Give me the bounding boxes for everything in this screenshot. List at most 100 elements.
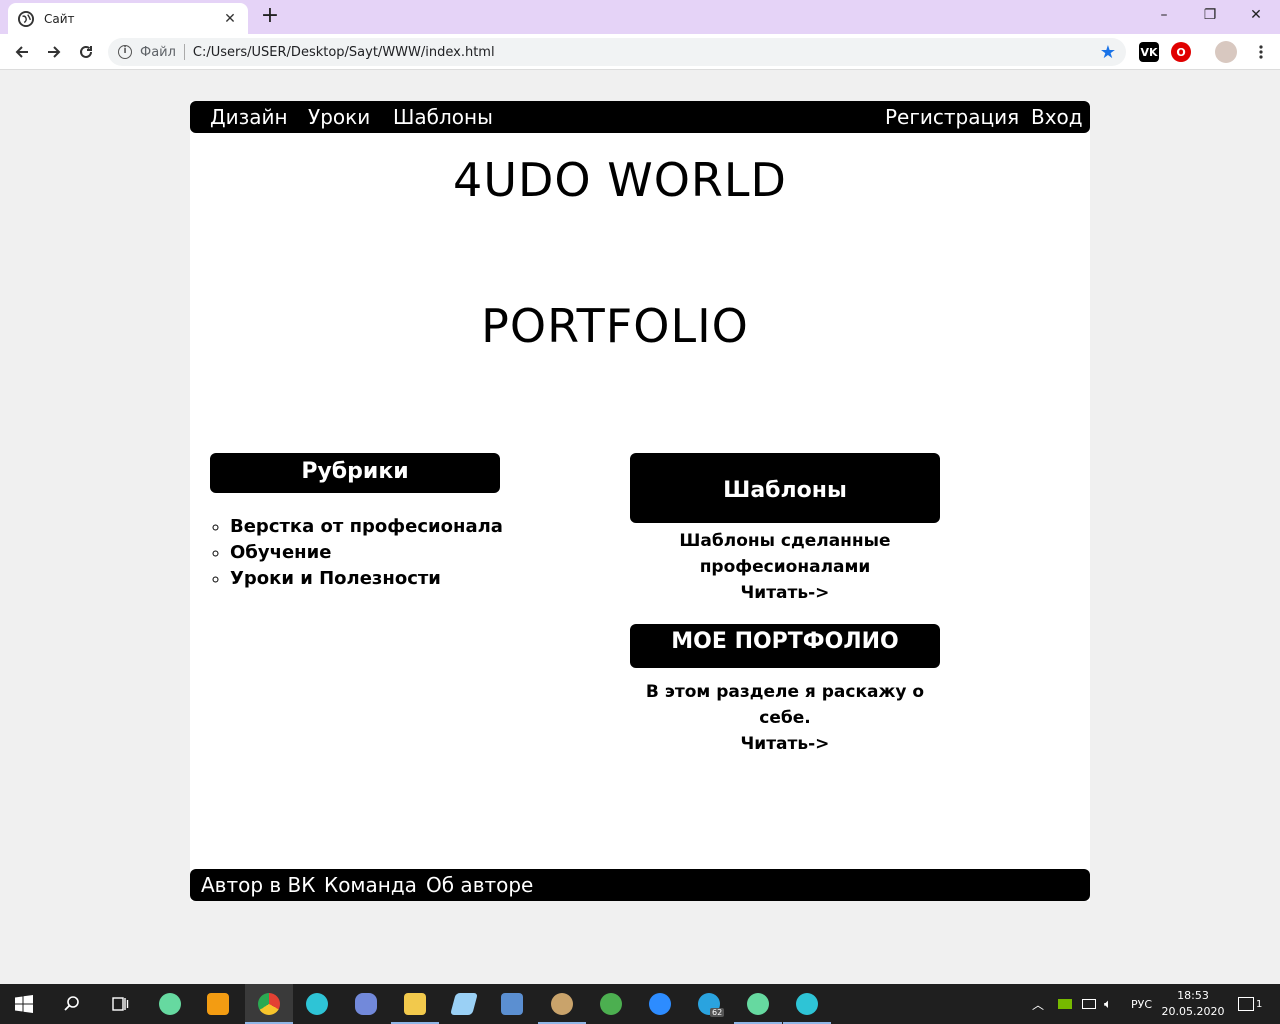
chevron-up-icon: ︿ [1032, 997, 1045, 1012]
taskbar-app[interactable] [488, 984, 536, 1024]
taskbar-app[interactable] [636, 984, 684, 1024]
read-more-link[interactable]: Читать-> [630, 731, 940, 757]
taskbar-app[interactable] [245, 984, 293, 1024]
notification-center-button[interactable]: 1 [1238, 984, 1262, 1024]
taskbar-app[interactable] [194, 984, 242, 1024]
templates-card-heading: Шаблоны [630, 453, 940, 523]
network-icon [1082, 999, 1096, 1009]
footer-about-link[interactable]: Об авторе [426, 873, 533, 897]
taskbar-app[interactable] [342, 984, 390, 1024]
utorrent-icon [600, 993, 622, 1015]
start-button[interactable] [0, 984, 48, 1024]
paint-icon [551, 993, 573, 1015]
task-view-icon [112, 997, 129, 1011]
task-view-button[interactable] [96, 984, 144, 1024]
chrome-icon [258, 993, 280, 1015]
globe-icon [18, 10, 34, 27]
card-text-line: себе. [759, 708, 811, 728]
bookmark-star-icon[interactable]: ★ [1100, 42, 1116, 63]
volume-tray-icon[interactable]: 🔈︎ [1104, 984, 1112, 1024]
messenger-icon [306, 993, 328, 1015]
windows-logo-icon [15, 995, 33, 1013]
new-tab-button[interactable]: + [258, 5, 282, 29]
rubric-item[interactable]: Уроки и Полезности [230, 566, 503, 592]
card-text-line: Шаблоны сделанные [679, 531, 891, 551]
nvidia-icon [1058, 999, 1072, 1009]
search-icon [64, 996, 79, 1011]
taskbar-app[interactable] [734, 984, 782, 1024]
rubric-item[interactable]: Обучение [230, 540, 503, 566]
windows-taskbar: 62 ︿ 🔈︎ РУС 18:53 20.05.2020 1 [0, 984, 1280, 1024]
more-vert-icon [1259, 45, 1263, 59]
nav-design-link[interactable]: Дизайн [210, 105, 288, 129]
site-title: 4UDO WORLD [453, 153, 787, 207]
language-indicator[interactable]: РУС [1131, 984, 1152, 1024]
discord-icon [355, 993, 377, 1015]
speaker-icon: 🔈︎ [1104, 996, 1112, 1012]
taskbar-app[interactable] [391, 984, 439, 1024]
rubrics-heading: Рубрики [210, 453, 500, 493]
taskbar-app[interactable] [293, 984, 341, 1024]
nav-register-link[interactable]: Регистрация [885, 105, 1019, 129]
card-text-line: В этом разделе я раскажу о [645, 682, 925, 702]
footer-nav: Автор в ВК Команда Об авторе [190, 869, 1090, 901]
taskbar-clock[interactable]: 18:53 20.05.2020 [1160, 988, 1226, 1020]
taskbar-app[interactable] [587, 984, 635, 1024]
tab-site[interactable]: Сайт ✕ [8, 3, 248, 34]
profile-avatar[interactable] [1215, 41, 1237, 63]
scheme-label: Файл [140, 44, 176, 60]
rubric-item[interactable]: Верстка от професионала [230, 514, 503, 540]
forward-button[interactable] [40, 38, 68, 66]
divider [183, 44, 185, 60]
vscode-like-icon [501, 993, 523, 1015]
minimize-button[interactable]: – [1141, 0, 1187, 30]
footer-team-link[interactable]: Команда [324, 873, 417, 897]
portfolio-card-text: В этом разделе я раскажу о себе. Читать-… [630, 679, 940, 757]
address-bar[interactable]: i Файл C:/Users/USER/Desktop/Sayt/WWW/in… [108, 38, 1126, 66]
notification-icon [1238, 997, 1254, 1011]
file-explorer-icon [404, 993, 426, 1015]
nav-templates-link[interactable]: Шаблоны [393, 105, 493, 129]
nav-login-link[interactable]: Вход [1031, 105, 1083, 129]
card-text-line: професионалами [699, 557, 871, 577]
search-button[interactable] [48, 984, 96, 1024]
read-more-link[interactable]: Читать-> [630, 580, 940, 606]
nav-lessons-link[interactable]: Уроки [308, 105, 370, 129]
taskbar-app[interactable] [538, 984, 586, 1024]
atom-icon [159, 993, 181, 1015]
close-tab-icon[interactable]: ✕ [222, 11, 238, 27]
taskbar-app[interactable] [440, 984, 488, 1024]
notes-icon [450, 993, 478, 1015]
menu-button[interactable] [1247, 38, 1275, 66]
atom2-icon [747, 993, 769, 1015]
taskbar-app[interactable] [146, 984, 194, 1024]
messenger2-icon [796, 993, 818, 1015]
footer-vk-link[interactable]: Автор в ВК [201, 873, 315, 897]
telegram-badge: 62 [710, 1008, 725, 1017]
clock-date: 20.05.2020 [1161, 1005, 1225, 1018]
clock-time: 18:53 [1177, 989, 1209, 1002]
notification-count: 1 [1256, 998, 1263, 1010]
nvidia-tray-icon[interactable] [1058, 984, 1072, 1024]
taskbar-app[interactable]: 62 [685, 984, 733, 1024]
browser-toolbar: i Файл C:/Users/USER/Desktop/Sayt/WWW/in… [0, 34, 1280, 70]
network-tray-icon[interactable] [1082, 984, 1096, 1024]
taskbar-app[interactable] [783, 984, 831, 1024]
arrow-left-icon [15, 46, 28, 58]
info-icon[interactable]: i [118, 45, 132, 59]
url-text[interactable]: C:/Users/USER/Desktop/Sayt/WWW/index.htm… [193, 45, 1100, 60]
hero-heading: PORTFOLIO [481, 299, 749, 353]
vk-extension-icon[interactable]: VK [1139, 42, 1159, 62]
tab-strip: Сайт ✕ + – ❐ ✕ [0, 0, 1280, 34]
reload-button[interactable] [72, 38, 100, 66]
close-window-button[interactable]: ✕ [1233, 0, 1279, 30]
show-hidden-icons-button[interactable]: ︿ [1032, 984, 1044, 1024]
site-container: Дизайн Уроки Шаблоны Регистрация Вход 4U… [190, 101, 1090, 901]
restore-button[interactable]: ❐ [1187, 0, 1233, 30]
arrow-right-icon [48, 46, 61, 58]
sublime-icon [207, 993, 229, 1015]
tab-title: Сайт [44, 11, 75, 26]
opera-extension-icon[interactable]: O [1171, 42, 1191, 62]
back-button[interactable] [8, 38, 36, 66]
portfolio-card-heading: МОЕ ПОРТФОЛИО [630, 624, 940, 668]
